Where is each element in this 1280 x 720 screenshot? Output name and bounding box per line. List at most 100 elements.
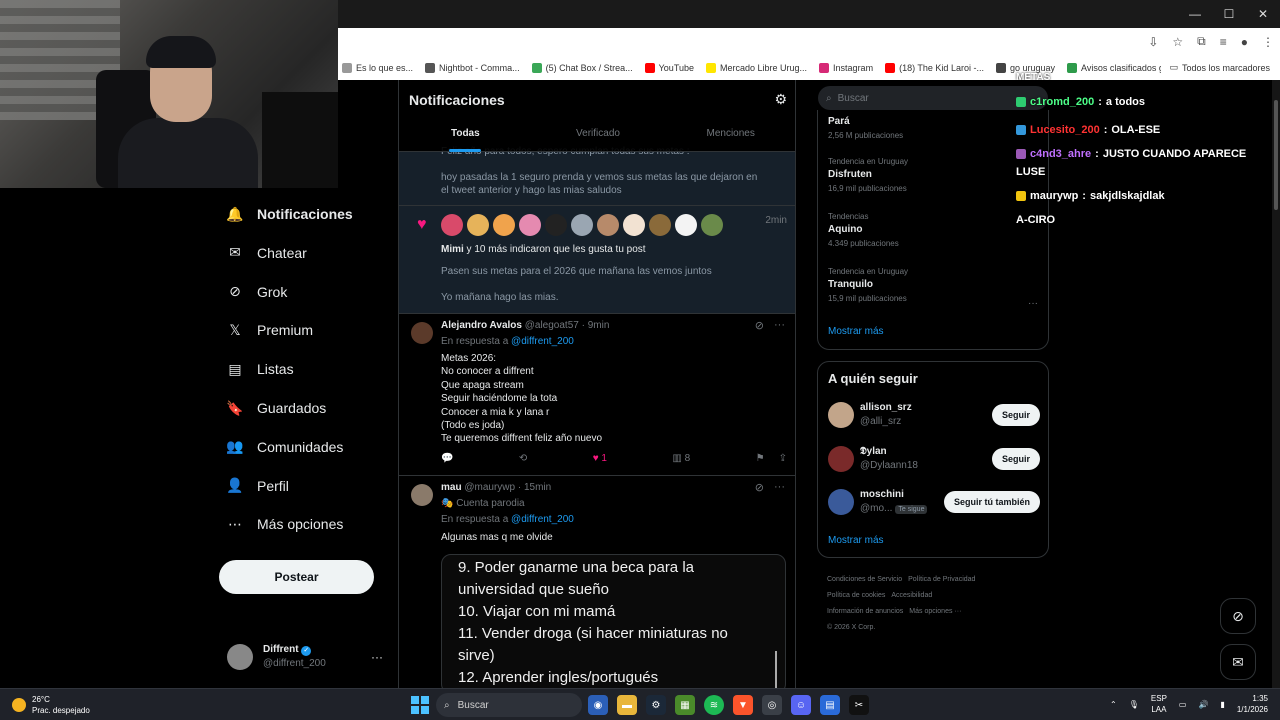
- avatar[interactable]: [828, 402, 854, 428]
- grok-icon[interactable]: ⊘: [755, 319, 764, 332]
- chrome-icon[interactable]: ◉: [588, 695, 608, 715]
- footer-link[interactable]: Información de anuncios: [827, 608, 903, 615]
- all-bookmarks-button[interactable]: ▭ Todos los marcadores: [1161, 55, 1270, 80]
- bookmark-item[interactable]: YouTube: [644, 62, 694, 73]
- avatar[interactable]: [623, 214, 645, 236]
- close-icon[interactable]: ✕: [1246, 0, 1280, 28]
- clock[interactable]: 1:35 1/1/2026: [1237, 693, 1268, 715]
- avatar[interactable]: [493, 214, 515, 236]
- tab-menciones[interactable]: Menciones: [664, 124, 795, 152]
- grok-icon[interactable]: ⊘: [755, 481, 764, 494]
- bookmark-item[interactable]: (18) The Kid Laroi -...: [885, 62, 984, 73]
- obs-icon[interactable]: ◎: [762, 695, 782, 715]
- sidebar-item-guardados[interactable]: 🔖 Guardados: [226, 400, 326, 417]
- reply-icon[interactable]: 💬: [441, 453, 453, 464]
- media-scrollbar[interactable]: [775, 651, 777, 688]
- avatar[interactable]: [649, 214, 671, 236]
- show-more-link[interactable]: Mostrar más: [828, 535, 884, 546]
- sidebar-item-premium[interactable]: 𝕏 Premium: [227, 322, 313, 339]
- bookmark-item[interactable]: go uruguay: [995, 62, 1055, 73]
- footer-link[interactable]: Accesibilidad: [891, 592, 932, 599]
- account-switcher[interactable]: Diffrent ✓ @diffrent_200: [227, 643, 387, 671]
- search-input[interactable]: ⌕ Buscar: [818, 86, 1048, 110]
- extensions-icon[interactable]: ⧉: [1197, 34, 1206, 49]
- battery-icon[interactable]: ▮: [1220, 700, 1224, 709]
- trend-item[interactable]: Tendencia en Uruguay Tranquilo 15,9 mil pu…: [828, 267, 1038, 303]
- sidebar-item-msopciones[interactable]: ⋯ Más opciones: [227, 516, 343, 533]
- follow-button[interactable]: Seguir: [991, 447, 1040, 470]
- tweet[interactable]: Alejandro Avalos @alegoat57 · 9min ⊘ ···…: [399, 314, 795, 476]
- language-indicator[interactable]: ESP LAA: [1151, 693, 1167, 715]
- avatar[interactable]: [411, 484, 433, 506]
- grok-icon[interactable]: ⊘: [1220, 598, 1256, 634]
- likes-notification[interactable]: ♥ 2min Mimi y 10 más indicaron que les g…: [399, 206, 795, 314]
- post-button[interactable]: Postear: [219, 560, 374, 594]
- follow-suggestion[interactable]: 𝕯ylan @Dylaann18 Seguir: [828, 445, 1040, 476]
- bookmark-item[interactable]: Instagram: [819, 62, 873, 73]
- follow-suggestion[interactable]: moschini @mo... Te sigue Seguir tú también: [828, 489, 1040, 519]
- tab-todas[interactable]: Todas: [399, 124, 532, 152]
- bookmark-item[interactable]: Avisos clasificados g...: [1067, 62, 1171, 73]
- network-icon[interactable]: ▭: [1179, 700, 1187, 709]
- tweet-time[interactable]: 15min: [524, 482, 551, 493]
- trend-item[interactable]: Pará 2,56 M publicaciones: [828, 116, 1038, 140]
- avatar[interactable]: [828, 445, 854, 472]
- brave-icon[interactable]: ▼: [733, 695, 753, 715]
- avatar[interactable]: [597, 214, 619, 236]
- more-dots-icon[interactable]: ···: [774, 481, 785, 494]
- windows-start-icon[interactable]: [411, 696, 429, 714]
- steam-icon[interactable]: ⚙: [646, 695, 666, 715]
- mail-icon[interactable]: ✉: [1220, 644, 1256, 680]
- volume-icon[interactable]: 🔊: [1198, 700, 1208, 709]
- avatar[interactable]: [675, 214, 697, 236]
- reply-to-link[interactable]: @diffrent_200: [511, 514, 574, 525]
- folder-icon[interactable]: ▬: [617, 695, 637, 715]
- weather-widget[interactable]: 26°C Prac. despejado: [12, 694, 90, 716]
- media-icon[interactable]: ≡: [1220, 35, 1227, 49]
- profile-icon[interactable]: ●: [1241, 35, 1248, 49]
- more-dots-icon[interactable]: ···: [774, 319, 785, 332]
- bookmark-item[interactable]: Nightbot - Comma...: [425, 62, 520, 73]
- footer-link[interactable]: Condiciones de Servicio: [827, 576, 902, 583]
- more-dots-icon[interactable]: ···: [371, 650, 383, 664]
- footer-link[interactable]: Política de Privacidad: [908, 576, 975, 583]
- show-more-link[interactable]: Mostrar más: [828, 326, 884, 337]
- bookmark-item[interactable]: (5) Chat Box / Strea...: [531, 62, 633, 73]
- like-button[interactable]: ♥ 1: [593, 453, 607, 464]
- minecraft-icon[interactable]: ▦: [675, 695, 695, 715]
- retweet-icon[interactable]: ⟲: [519, 453, 527, 464]
- tweet-author-name[interactable]: mau: [441, 482, 462, 493]
- taskbar-search[interactable]: ⌕ Buscar: [436, 693, 582, 717]
- tweet-time[interactable]: 9min: [588, 320, 610, 331]
- avatar[interactable]: [828, 489, 854, 515]
- reply-to-link[interactable]: @diffrent_200: [511, 336, 574, 347]
- menu-icon[interactable]: ⋮: [1262, 35, 1274, 49]
- bookmark-item[interactable]: Mercado Libre Urug...: [706, 62, 807, 73]
- sidebar-item-grok[interactable]: ⊘ Grok: [227, 283, 287, 300]
- chevron-up-icon[interactable]: ⌃: [1110, 700, 1117, 709]
- follow-suggestion[interactable]: allison_srz @alli_srz Seguir: [828, 402, 1040, 432]
- trend-item[interactable]: Tendencias Aquino 4.349 publicaciones: [828, 212, 1038, 248]
- discord-icon[interactable]: ☺: [791, 695, 811, 715]
- trend-item[interactable]: Tendencia en Uruguay Disfruten 16,9 mil pu…: [828, 157, 1038, 193]
- tweet-author-handle[interactable]: @maurywp: [464, 482, 515, 493]
- scrollbar-thumb[interactable]: [1274, 100, 1278, 210]
- minimize-icon[interactable]: —: [1178, 0, 1212, 28]
- microphone-icon[interactable]: 🎙: [1129, 700, 1139, 709]
- avatar[interactable]: [571, 214, 593, 236]
- avatar[interactable]: [467, 214, 489, 236]
- star-icon[interactable]: ☆: [1172, 35, 1183, 49]
- sidebar-item-listas[interactable]: ▤ Listas: [227, 361, 293, 378]
- tweet-media[interactable]: 9. Poder ganarme una beca para la univers…: [441, 554, 786, 688]
- sidebar-item-perfil[interactable]: 👤 Perfil: [226, 477, 289, 494]
- avatar[interactable]: [411, 322, 433, 344]
- bookmark-item[interactable]: Es lo que es...: [342, 62, 413, 73]
- tweet-author-name[interactable]: Alejandro Avalos: [441, 320, 522, 331]
- sidebar-item-comunidades[interactable]: 👥 Comunidades: [226, 438, 343, 455]
- footer-link[interactable]: Más opciones ···: [909, 608, 961, 615]
- avatar[interactable]: [441, 214, 463, 236]
- views-button[interactable]: ▥ 8: [672, 453, 690, 464]
- tweet-author-handle[interactable]: @alegoat57: [525, 320, 579, 331]
- tweet[interactable]: mau @maurywp · 15min ⊘ ··· 🎭 Cuenta paro…: [399, 476, 795, 688]
- notepad-icon[interactable]: ▤: [820, 695, 840, 715]
